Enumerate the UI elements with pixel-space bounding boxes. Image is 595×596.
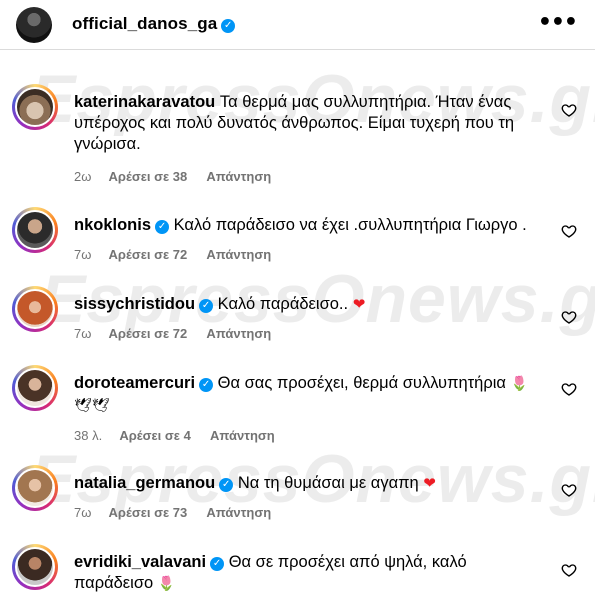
comment-likes[interactable]: Αρέσει σε 72	[109, 247, 188, 262]
avatar[interactable]	[12, 286, 58, 332]
comment-username[interactable]: evridiki_valavani	[74, 553, 206, 571]
comment-likes[interactable]: Αρέσει σε 72	[109, 326, 188, 341]
comment-meta: 38 λ. Αρέσει σε 4 Απάντηση	[74, 428, 291, 443]
avatar[interactable]	[12, 544, 58, 590]
reply-button[interactable]: Απάντηση	[206, 505, 271, 520]
comment-likes[interactable]: Αρέσει σε 4	[119, 428, 191, 443]
verified-badge-icon: ✓	[219, 478, 234, 492]
comment-meta: 2ω Αρέσει σε 38 Απάντηση	[74, 169, 287, 184]
verified-badge-icon: ✓	[199, 299, 214, 313]
comment-username[interactable]: sissychristidou	[74, 295, 195, 313]
comment-time[interactable]: 38 λ.	[74, 428, 102, 443]
reply-button[interactable]: Απάντηση	[210, 428, 275, 443]
comment-meta: 7ω Αρέσει σε 73 Απάντηση	[74, 505, 287, 520]
avatar[interactable]	[12, 207, 58, 253]
comment-body: natalia_germanou ✓ Να τη θυμάσαι με αγαπη…	[74, 473, 544, 494]
comment-body: doroteamercuri ✓ Θα σας προσέχει, θερμά σ…	[74, 373, 529, 417]
more-options-icon[interactable]: •••	[538, 10, 578, 35]
post-author[interactable]: official_danos_ga ✓	[72, 14, 236, 34]
comment-meta: 7ω Αρέσει σε 72 Απάντηση	[74, 326, 287, 341]
comment-time[interactable]: 7ω	[74, 505, 91, 520]
comment-text: Καλό παράδεισο να έχει .συλλυπητήρια Γιω…	[173, 216, 527, 234]
reply-button[interactable]: Απάντηση	[206, 247, 271, 262]
comment-username[interactable]: nkoklonis	[74, 216, 151, 234]
comment-body: sissychristidou ✓ Καλό παράδεισο.. ❤	[74, 294, 544, 315]
red-heart-emoji: ❤	[352, 295, 366, 313]
comment-likes[interactable]: Αρέσει σε 38	[109, 169, 188, 184]
comment-body: nkoklonis ✓ Καλό παράδεισο να έχει .συλλυ…	[74, 215, 544, 236]
comment-text: Καλό παράδεισο..	[217, 295, 349, 313]
verified-badge-icon: ✓	[221, 19, 236, 33]
reply-button[interactable]: Απάντηση	[206, 326, 271, 341]
heart-outline-icon[interactable]	[561, 381, 577, 397]
comment-body: katerinakaravatou Τα θερμά μας συλλυπητή…	[74, 92, 544, 155]
comment-meta: 7ω Αρέσει σε 72 Απάντηση	[74, 247, 287, 262]
comment: evridiki_valavani ✓ Θα σε προσέχει από ψη…	[0, 544, 595, 596]
comment-username[interactable]: natalia_germanou	[74, 474, 215, 492]
tulip-emoji: 🌷	[157, 576, 176, 592]
comment-time[interactable]: 7ω	[74, 326, 91, 341]
comment-body: evridiki_valavani ✓ Θα σε προσέχει από ψη…	[74, 552, 494, 595]
verified-badge-icon: ✓	[155, 220, 170, 234]
avatar[interactable]	[12, 84, 58, 130]
avatar[interactable]	[12, 365, 58, 411]
comment-username[interactable]: doroteamercuri	[74, 374, 195, 392]
avatar[interactable]	[12, 465, 58, 511]
heart-outline-icon[interactable]	[561, 309, 577, 325]
heart-outline-icon[interactable]	[561, 223, 577, 239]
comment-likes[interactable]: Αρέσει σε 73	[109, 505, 188, 520]
comment-time[interactable]: 7ω	[74, 247, 91, 262]
reply-button[interactable]: Απάντηση	[206, 169, 271, 184]
post-header: official_danos_ga ✓ •••	[0, 0, 595, 50]
heart-outline-icon[interactable]	[561, 102, 577, 118]
verified-badge-icon: ✓	[199, 378, 214, 392]
post-author-username[interactable]: official_danos_ga	[72, 14, 217, 33]
red-heart-emoji: ❤	[423, 474, 436, 492]
avatar[interactable]	[16, 7, 52, 43]
heart-outline-icon[interactable]	[561, 562, 577, 578]
heart-outline-icon[interactable]	[561, 482, 577, 498]
comment-text: Θα σας προσέχει, θερμά συλλυπητήρια	[217, 374, 506, 392]
verified-badge-icon: ✓	[210, 557, 225, 571]
comment-username[interactable]: katerinakaravatou	[74, 93, 215, 111]
comment-time[interactable]: 2ω	[74, 169, 91, 184]
comment-text: Να τη θυμάσαι με αγαπη	[237, 474, 419, 492]
